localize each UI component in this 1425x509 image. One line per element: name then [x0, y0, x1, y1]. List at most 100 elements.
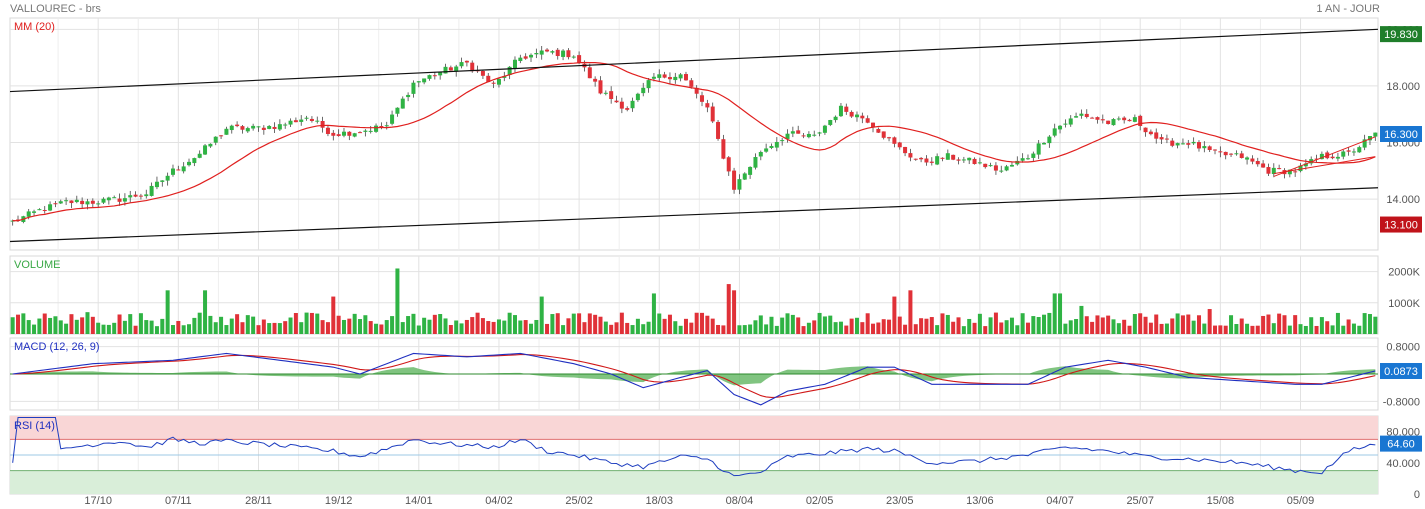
candle-body: [806, 133, 811, 138]
candle-body: [1074, 116, 1079, 118]
candle-body: [219, 135, 224, 137]
volume-bar: [1319, 317, 1324, 334]
volume-bar: [1234, 324, 1239, 334]
volume-bar: [977, 313, 982, 334]
candle-body: [865, 118, 870, 123]
volume-bar: [283, 321, 288, 334]
volume-bar: [1277, 313, 1282, 334]
volume-bar: [726, 284, 731, 334]
upper-channel-line: [9, 28, 1379, 93]
candle-body: [635, 93, 640, 101]
volume-bar: [550, 314, 555, 334]
candle-body: [972, 158, 977, 165]
candle-body: [534, 52, 539, 55]
x-tick-label: 23/05: [886, 495, 914, 507]
rsi-tick-label: 40.000: [1386, 458, 1420, 470]
volume-bar: [897, 316, 902, 334]
candle-body: [1341, 151, 1346, 157]
volume-bar: [213, 322, 218, 334]
candle-body: [1154, 132, 1159, 139]
volume-bar: [609, 324, 614, 334]
volume-bar: [176, 320, 181, 334]
volume-bar: [1362, 313, 1367, 334]
volume-bar: [69, 314, 74, 334]
candle-body: [598, 80, 603, 94]
last-price-badge: 16.300: [1384, 129, 1418, 141]
overbought-zone: [10, 416, 1378, 440]
candle-body: [1234, 153, 1239, 155]
candle-body: [1266, 167, 1271, 174]
x-tick-label: 04/07: [1046, 495, 1074, 507]
volume-bar: [181, 325, 186, 334]
candle-body: [42, 210, 47, 212]
candle-body: [710, 106, 715, 122]
volume-bar: [272, 322, 277, 334]
candle-body: [1255, 161, 1260, 165]
candle-body: [427, 75, 432, 79]
volume-bar: [1282, 315, 1287, 334]
candle-body: [197, 153, 202, 158]
candle-body: [1218, 151, 1223, 153]
x-tick-label: 13/06: [966, 495, 994, 507]
candle-body: [1111, 119, 1116, 126]
candle-body: [443, 66, 448, 74]
x-tick-label: 28/11: [245, 495, 272, 507]
candle-body: [272, 126, 277, 129]
candle-body: [860, 115, 865, 119]
candle-body: [379, 125, 384, 127]
volume-bar: [1015, 325, 1020, 334]
macd-label: MACD (12, 26, 9): [14, 341, 100, 353]
candle-body: [854, 114, 859, 118]
volume-bars: [10, 268, 1378, 334]
candle-body: [1335, 156, 1340, 159]
volume-bar: [844, 325, 849, 334]
candle-body: [1122, 117, 1127, 121]
volume-bar: [924, 318, 929, 334]
candle-body: [1239, 153, 1244, 158]
candle-body: [53, 203, 58, 205]
candle-body: [1004, 166, 1009, 171]
candle-body: [48, 204, 53, 211]
volume-bar: [203, 290, 208, 334]
volume-bar: [395, 268, 400, 334]
volume-bar: [887, 319, 892, 334]
candle-body: [716, 121, 721, 139]
volume-bar: [806, 322, 811, 334]
volume-bar: [400, 322, 405, 334]
candle-body: [101, 198, 106, 203]
volume-bar: [705, 315, 710, 334]
price-tick-label: 14.000: [1386, 194, 1420, 206]
volume-bar: [908, 290, 913, 334]
volume-bar: [603, 321, 608, 334]
candle-body: [1261, 163, 1266, 168]
candle-body: [352, 133, 357, 137]
volume-bar: [1047, 312, 1052, 334]
candle-body: [529, 54, 534, 58]
volume-bar: [1357, 325, 1362, 334]
candle-body: [358, 132, 363, 134]
volume-bar: [737, 325, 742, 334]
candle-body: [1277, 168, 1282, 170]
volume-bar: [561, 325, 566, 334]
candle-body: [1100, 119, 1105, 121]
volume-bar: [849, 318, 854, 334]
volume-bar: [993, 312, 998, 334]
volume-bar: [1245, 323, 1250, 334]
candle-body: [325, 127, 330, 134]
candle-body: [641, 87, 646, 94]
candle-body: [780, 140, 785, 142]
volume-bar: [374, 323, 379, 334]
volume-bar: [571, 313, 576, 334]
volume-bar: [411, 313, 416, 334]
volume-bar: [219, 316, 224, 334]
candle-body: [267, 126, 272, 129]
candle-body: [299, 119, 304, 122]
macd-tick-label: 0.8000: [1386, 342, 1420, 354]
volume-bar: [42, 313, 47, 334]
volume-bar: [256, 325, 261, 334]
candle-body: [1245, 157, 1250, 160]
candle-body: [416, 81, 421, 83]
volume-bar: [801, 326, 806, 334]
volume-bar: [358, 319, 363, 334]
candle-body: [240, 126, 245, 130]
